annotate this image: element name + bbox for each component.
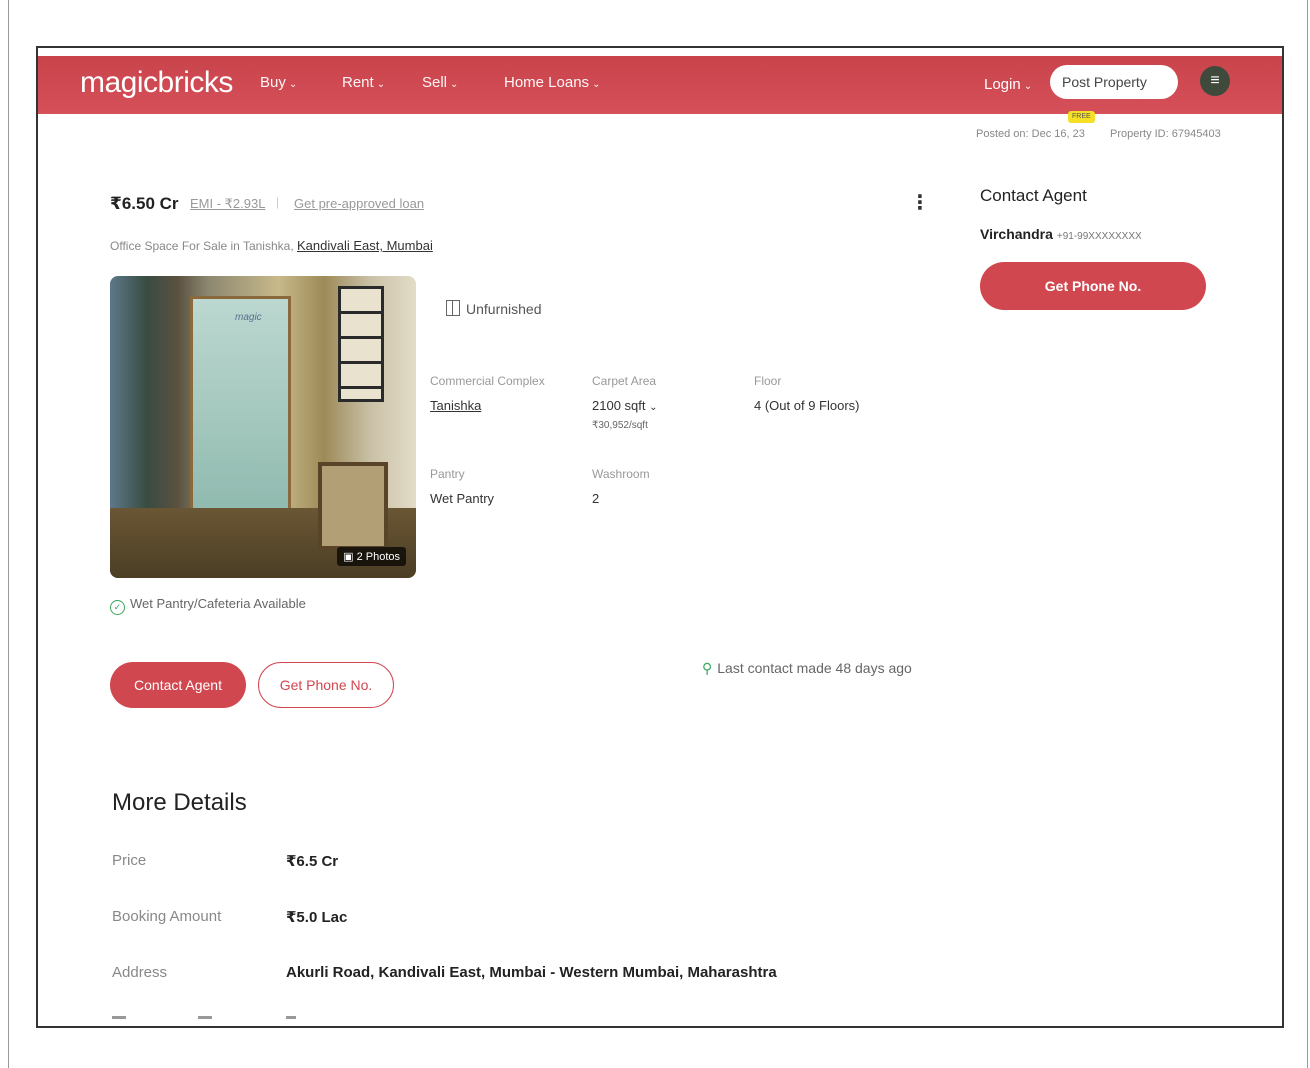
carpet-area-label: Carpet Area	[592, 374, 657, 388]
washroom-value: 2	[592, 491, 600, 506]
chevron-down-icon: ⌄	[288, 79, 298, 90]
contact-agent-button[interactable]: Contact Agent	[110, 662, 246, 708]
nav-home-loans[interactable]: Home Loans ⌄	[504, 74, 600, 91]
pantry-value: Wet Pantry	[430, 491, 495, 506]
amenity-item: ✓ Wet Pantry/Cafeteria Available	[110, 596, 306, 615]
furnishing-status: Unfurnished	[446, 300, 542, 317]
last-contact-info: ⚲ Last contact made 48 days ago	[702, 660, 912, 677]
top-navbar: magicbricks Buy ⌄ Rent ⌄ Sell ⌄ Home Loans ⌄…	[38, 56, 1282, 124]
floor-label: Floor	[754, 374, 782, 388]
cutoff-row-fragment	[286, 1016, 296, 1019]
detail-label: Booking Amount	[112, 908, 222, 925]
gallery-icon: ▣	[343, 551, 354, 563]
chevron-down-icon: ⌄	[450, 79, 459, 90]
detail-value: Akurli Road, Kandivali East, Mumbai - We…	[286, 964, 777, 981]
nav-home-loans-label: Home Loans	[504, 74, 590, 91]
login-menu[interactable]: Login ⌄	[984, 76, 1032, 93]
nav-sell-label: Sell	[422, 74, 448, 91]
cutoff-row-fragment	[112, 1016, 126, 1019]
more-options-icon[interactable]: ⋮	[910, 190, 930, 215]
photo-table	[318, 462, 388, 550]
chevron-down-icon[interactable]: ⌄	[649, 402, 657, 413]
nav-sell[interactable]: Sell ⌄	[422, 74, 458, 91]
detail-label: Address	[112, 964, 168, 981]
detail-value: ₹6.5 Cr	[286, 853, 339, 870]
location-link[interactable]: Kandivali East, Mumbai	[297, 238, 433, 253]
furnishing-label: Unfurnished	[466, 301, 542, 317]
carpet-area-value: 2100 sqft ⌄	[592, 398, 658, 413]
chevron-down-icon: ⌄	[1023, 81, 1033, 92]
chevron-down-icon: ⌄	[592, 79, 601, 90]
property-id: Property ID: 67945403	[1110, 128, 1221, 140]
nav-rent-label: Rent	[342, 74, 374, 91]
contact-agent-title: Contact Agent	[980, 186, 1087, 205]
separator: |	[276, 195, 280, 209]
photo-window	[338, 286, 384, 402]
posted-date: Posted on: Dec 16, 23	[976, 128, 1085, 140]
photo-brand-text: magic	[235, 312, 262, 323]
get-phone-button[interactable]: Get Phone No.	[258, 662, 394, 708]
property-photo[interactable]: magic ▣ 2 Photos	[110, 276, 416, 578]
pantry-label: Pantry	[430, 467, 465, 481]
cutoff-row-fragment	[198, 1016, 212, 1019]
person-icon: ⚲	[702, 660, 713, 676]
carpet-area-text: 2100 sqft	[592, 398, 646, 413]
complex-link[interactable]: Tanishka	[430, 398, 481, 413]
free-badge: FREE	[1068, 111, 1095, 124]
more-details-title: More Details	[112, 789, 247, 816]
last-contact-text: Last contact made 48 days ago	[717, 660, 912, 676]
listing-subtitle: Office Space For Sale in Tanishka, Kandi…	[110, 238, 433, 253]
agent-get-phone-button[interactable]: Get Phone No.	[980, 262, 1206, 310]
nav-buy[interactable]: Buy ⌄	[260, 74, 297, 91]
hamburger-menu-icon[interactable]: ≡	[1200, 66, 1230, 96]
washroom-label: Washroom	[592, 467, 650, 481]
photo-count-label: 2 Photos	[356, 551, 400, 563]
chevron-down-icon: ⌄	[376, 79, 386, 90]
floor-value: 4 (Out of 9 Floors)	[754, 398, 860, 413]
nav-rent[interactable]: Rent ⌄	[342, 74, 385, 91]
agent-name: Virchandra +91-99XXXXXXXX	[980, 226, 1142, 242]
price-per-sqft: ₹30,952/sqft	[592, 420, 648, 431]
browser-viewport: magicbricks Buy ⌄ Rent ⌄ Sell ⌄ Home Loans ⌄…	[36, 46, 1284, 1028]
listing-price: ₹6.50 Cr	[110, 194, 179, 213]
emi-link[interactable]: EMI - ₹2.93L	[190, 196, 265, 212]
pre-approved-loan-link[interactable]: Get pre-approved loan	[294, 196, 424, 211]
agent-phone-masked: +91-99XXXXXXXX	[1056, 231, 1142, 242]
logo[interactable]: magicbricks	[80, 66, 233, 100]
photo-count-badge[interactable]: ▣ 2 Photos	[337, 547, 406, 566]
post-property-button[interactable]: Post Property FREE	[1050, 65, 1178, 124]
detail-label: Price	[112, 852, 147, 869]
photo-door	[190, 296, 291, 522]
subtitle-prefix: Office Space For Sale in Tanishka,	[110, 239, 294, 253]
complex-label: Commercial Complex	[430, 374, 545, 388]
agent-name-text: Virchandra	[980, 226, 1053, 242]
detail-value: ₹5.0 Lac	[286, 909, 348, 926]
check-circle-icon: ✓	[110, 600, 125, 615]
nav-buy-label: Buy	[260, 74, 286, 91]
login-label: Login	[984, 76, 1021, 93]
wardrobe-icon	[446, 300, 460, 316]
post-property-label: Post Property	[1062, 74, 1147, 90]
amenity-label: Wet Pantry/Cafeteria Available	[130, 596, 306, 611]
